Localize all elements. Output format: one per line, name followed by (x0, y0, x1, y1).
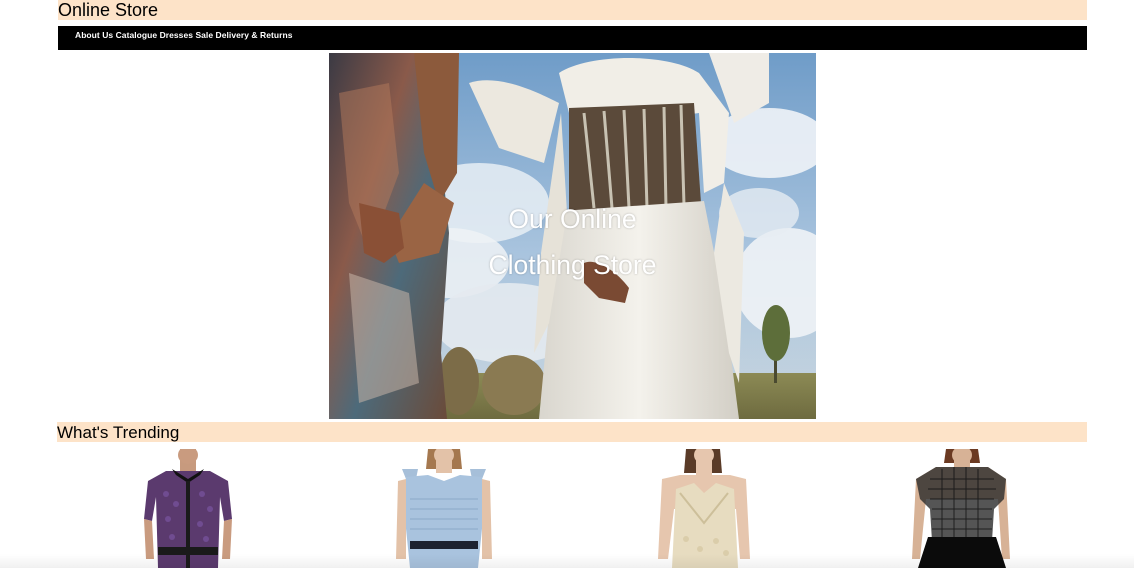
trending-section-header: What's Trending (57, 422, 1087, 442)
product-card-cream-lace-dress[interactable] (650, 446, 760, 568)
nav-item-about-us[interactable]: About Us (75, 30, 113, 40)
product-card-black-lace-dress[interactable] (906, 446, 1016, 568)
nav-item-sale[interactable]: Sale (195, 30, 213, 40)
nav-bar: About Us Catalogue Dresses Sale Delivery… (58, 26, 1087, 50)
nav-item-delivery-returns[interactable]: Delivery & Returns (216, 30, 293, 40)
nav-links: About Us Catalogue Dresses Sale Delivery… (75, 30, 293, 40)
product-image (396, 446, 492, 568)
product-image (144, 446, 232, 568)
nav-item-catalogue[interactable]: Catalogue (116, 30, 158, 40)
site-title: Online Store (58, 0, 159, 20)
trending-title: What's Trending (57, 423, 180, 442)
product-image (658, 446, 750, 568)
hero-heading-line-2: Clothing Store (488, 250, 657, 280)
product-image (912, 446, 1010, 568)
page: Online Store About Us Catalogue Dresses … (0, 0, 1134, 568)
site-header: Online Store (58, 0, 1087, 20)
product-card-purple-lace-dress[interactable] (132, 446, 242, 568)
hero-heading: Our Online Clothing Store (329, 196, 816, 288)
nav-item-dresses[interactable]: Dresses (160, 30, 193, 40)
hero-heading-line-1: Our Online (508, 204, 637, 234)
hero-banner: Our Online Clothing Store (329, 53, 816, 419)
product-card-light-blue-lace-dress[interactable] (388, 446, 498, 568)
product-grid (58, 446, 1087, 568)
